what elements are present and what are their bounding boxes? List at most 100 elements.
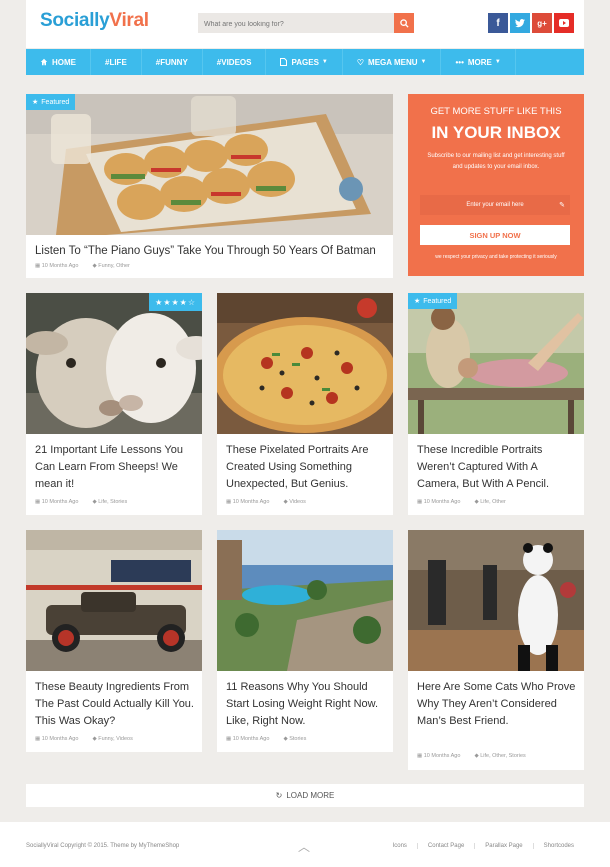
post-categories[interactable]: Life, Other [480, 499, 506, 505]
calendar-icon: ▦ [35, 736, 41, 742]
post-image[interactable] [26, 530, 202, 671]
nav-pages[interactable]: PAGES ▼ [266, 49, 343, 75]
tag-icon: ◆ [283, 736, 288, 742]
logo-text-part2: Viral [109, 10, 149, 31]
youtube-icon[interactable] [554, 13, 574, 33]
featured-badge-label: Featured [41, 98, 70, 106]
post-date: 10 Months Ago [232, 736, 270, 742]
nav-videos[interactable]: #VIDEOS [203, 49, 267, 75]
google-plus-icon[interactable]: g+ [532, 13, 552, 33]
post-card[interactable]: These Pixelated Portraits Are Created Us… [217, 293, 393, 515]
post-title[interactable]: These Pixelated Portraits Are Created Us… [226, 442, 387, 493]
refresh-icon: ↻ [275, 791, 283, 800]
newsletter-widget: GET MORE STUFF LIKE THIS IN YOUR INBOX S… [408, 94, 584, 276]
heart-icon: ♡ [356, 57, 365, 67]
post-card[interactable]: Here Are Some Cats Who Prove Why They Ar… [408, 530, 584, 770]
post-categories[interactable]: Videos [289, 499, 306, 505]
post-categories[interactable]: Life, Stories [98, 499, 127, 505]
twitter-icon[interactable] [510, 13, 530, 33]
post-categories[interactable]: Life, Other, Stories [480, 753, 526, 759]
scroll-top-icon[interactable]: ︿ [298, 838, 310, 855]
tag-icon: ◆ [92, 736, 97, 742]
post-card[interactable]: ★★★★☆ 21 Important Life Lessons You Can … [26, 293, 202, 515]
tag-icon: ◆ [92, 263, 97, 269]
date-meta: ▦ 10 Months Ago [35, 263, 78, 269]
newsletter-subheading: IN YOUR INBOX [431, 123, 561, 142]
privacy-note: we respect your privacy and take protect… [435, 254, 557, 260]
footer-link-shortcodes[interactable]: Shortcodes [532, 843, 584, 849]
facebook-icon[interactable]: f [488, 13, 508, 33]
load-more-label: LOAD MORE [286, 791, 335, 800]
search-input[interactable] [198, 14, 394, 35]
post-meta: ▦ 10 Months Ago ◆ Life, Stories [35, 499, 127, 505]
post-card[interactable]: 11 Reasons Why You Should Start Losing W… [217, 530, 393, 752]
post-title[interactable]: 11 Reasons Why You Should Start Losing W… [226, 679, 387, 730]
post-image[interactable] [26, 293, 202, 434]
featured-badge: ★ Featured [26, 94, 76, 110]
chevron-down-icon: ▼ [321, 59, 328, 65]
footer-link-icons[interactable]: Icons [383, 843, 417, 849]
signup-button[interactable]: SIGN UP NOW [420, 225, 570, 245]
search-button[interactable] [394, 13, 414, 33]
post-title[interactable]: 21 Important Life Lessons You Can Learn … [35, 442, 196, 493]
featured-post-card[interactable]: ★ Featured Listen To “The Piano Guys” Ta… [26, 94, 393, 278]
calendar-icon: ▦ [226, 736, 232, 742]
post-image[interactable] [217, 530, 393, 671]
copyright-text: SociallyViral Copyright © 2015. Theme by… [26, 843, 180, 849]
search-icon [399, 18, 409, 28]
post-date: 10 Months Ago [232, 499, 270, 505]
footer-links: Icons Contact Page Parallax Page Shortco… [383, 843, 584, 849]
calendar-icon: ▦ [35, 263, 41, 269]
newsletter-heading: GET MORE STUFF LIKE THIS [430, 106, 562, 117]
post-categories[interactable]: Funny, Other [98, 263, 130, 269]
nav-life-label: #LIFE [105, 57, 127, 67]
footer-link-contact[interactable]: Contact Page [416, 843, 474, 849]
site-footer: SociallyViral Copyright © 2015. Theme by… [0, 822, 610, 867]
nav-funny[interactable]: #FUNNY [142, 49, 203, 75]
post-card[interactable]: These Beauty Ingredients From The Past C… [26, 530, 202, 752]
main-nav: HOME #LIFE #FUNNY #VIDEOS PAGES ▼ ♡ MEGA… [26, 49, 584, 75]
nav-mega-menu[interactable]: ♡ MEGA MENU ▼ [343, 49, 442, 75]
home-icon [40, 58, 48, 66]
post-title[interactable]: Here Are Some Cats Who Prove Why They Ar… [417, 679, 578, 730]
post-meta: ▦ 10 Months Ago ◆ Videos [226, 499, 306, 505]
chevron-down-icon: ▼ [494, 59, 501, 65]
post-date: 10 Months Ago [41, 263, 79, 269]
nav-videos-label: #VIDEOS [216, 57, 252, 67]
nav-more-label: MORE [467, 57, 492, 67]
post-categories[interactable]: Funny, Videos [98, 736, 133, 742]
tag-icon: ◆ [92, 499, 97, 505]
rating-stars: ★★★★☆ [149, 293, 202, 311]
post-meta: ▦ 10 Months Ago ◆ Funny, Videos [35, 736, 133, 742]
post-meta: ▦ 10 Months Ago ◆ Life, Other [417, 499, 506, 505]
post-categories[interactable]: Stories [289, 736, 306, 742]
post-date: 10 Months Ago [423, 499, 461, 505]
post-card[interactable]: ★ Featured These Incredible Portraits We… [408, 293, 584, 515]
star-icon: ★ [32, 99, 39, 106]
site-logo[interactable]: SociallyViral [40, 10, 149, 32]
ellipsis-icon: ••• [455, 57, 464, 67]
page-icon [280, 58, 288, 66]
post-image[interactable] [408, 293, 584, 434]
nav-more[interactable]: ••• MORE ▼ [441, 49, 516, 75]
post-title[interactable]: These Beauty Ingredients From The Past C… [35, 679, 196, 730]
post-title[interactable]: These Incredible Portraits Weren’t Captu… [417, 442, 578, 493]
calendar-icon: ▦ [417, 753, 423, 759]
featured-post-image[interactable] [26, 94, 393, 235]
post-image[interactable] [217, 293, 393, 434]
nav-home-label: HOME [52, 57, 76, 67]
featured-post-title[interactable]: Listen To “The Piano Guys” Take You Thro… [35, 243, 387, 260]
load-more-button[interactable]: ↻ LOAD MORE [26, 784, 584, 807]
site-header: SociallyViral f g+ [26, 0, 584, 48]
featured-badge: ★ Featured [408, 293, 458, 309]
newsletter-email-input[interactable]: Enter your email here ✎ [420, 195, 570, 215]
post-meta: ▦ 10 Months Ago ◆ Life, Other, Stories [417, 753, 526, 759]
nav-home[interactable]: HOME [26, 49, 91, 75]
post-image[interactable] [408, 530, 584, 671]
nav-mega-menu-label: MEGA MENU [368, 57, 418, 67]
footer-link-parallax[interactable]: Parallax Page [474, 843, 532, 849]
nav-pages-label: PAGES [291, 57, 319, 67]
nav-life[interactable]: #LIFE [91, 49, 142, 75]
post-date: 10 Months Ago [41, 499, 79, 505]
search-box [198, 13, 414, 35]
